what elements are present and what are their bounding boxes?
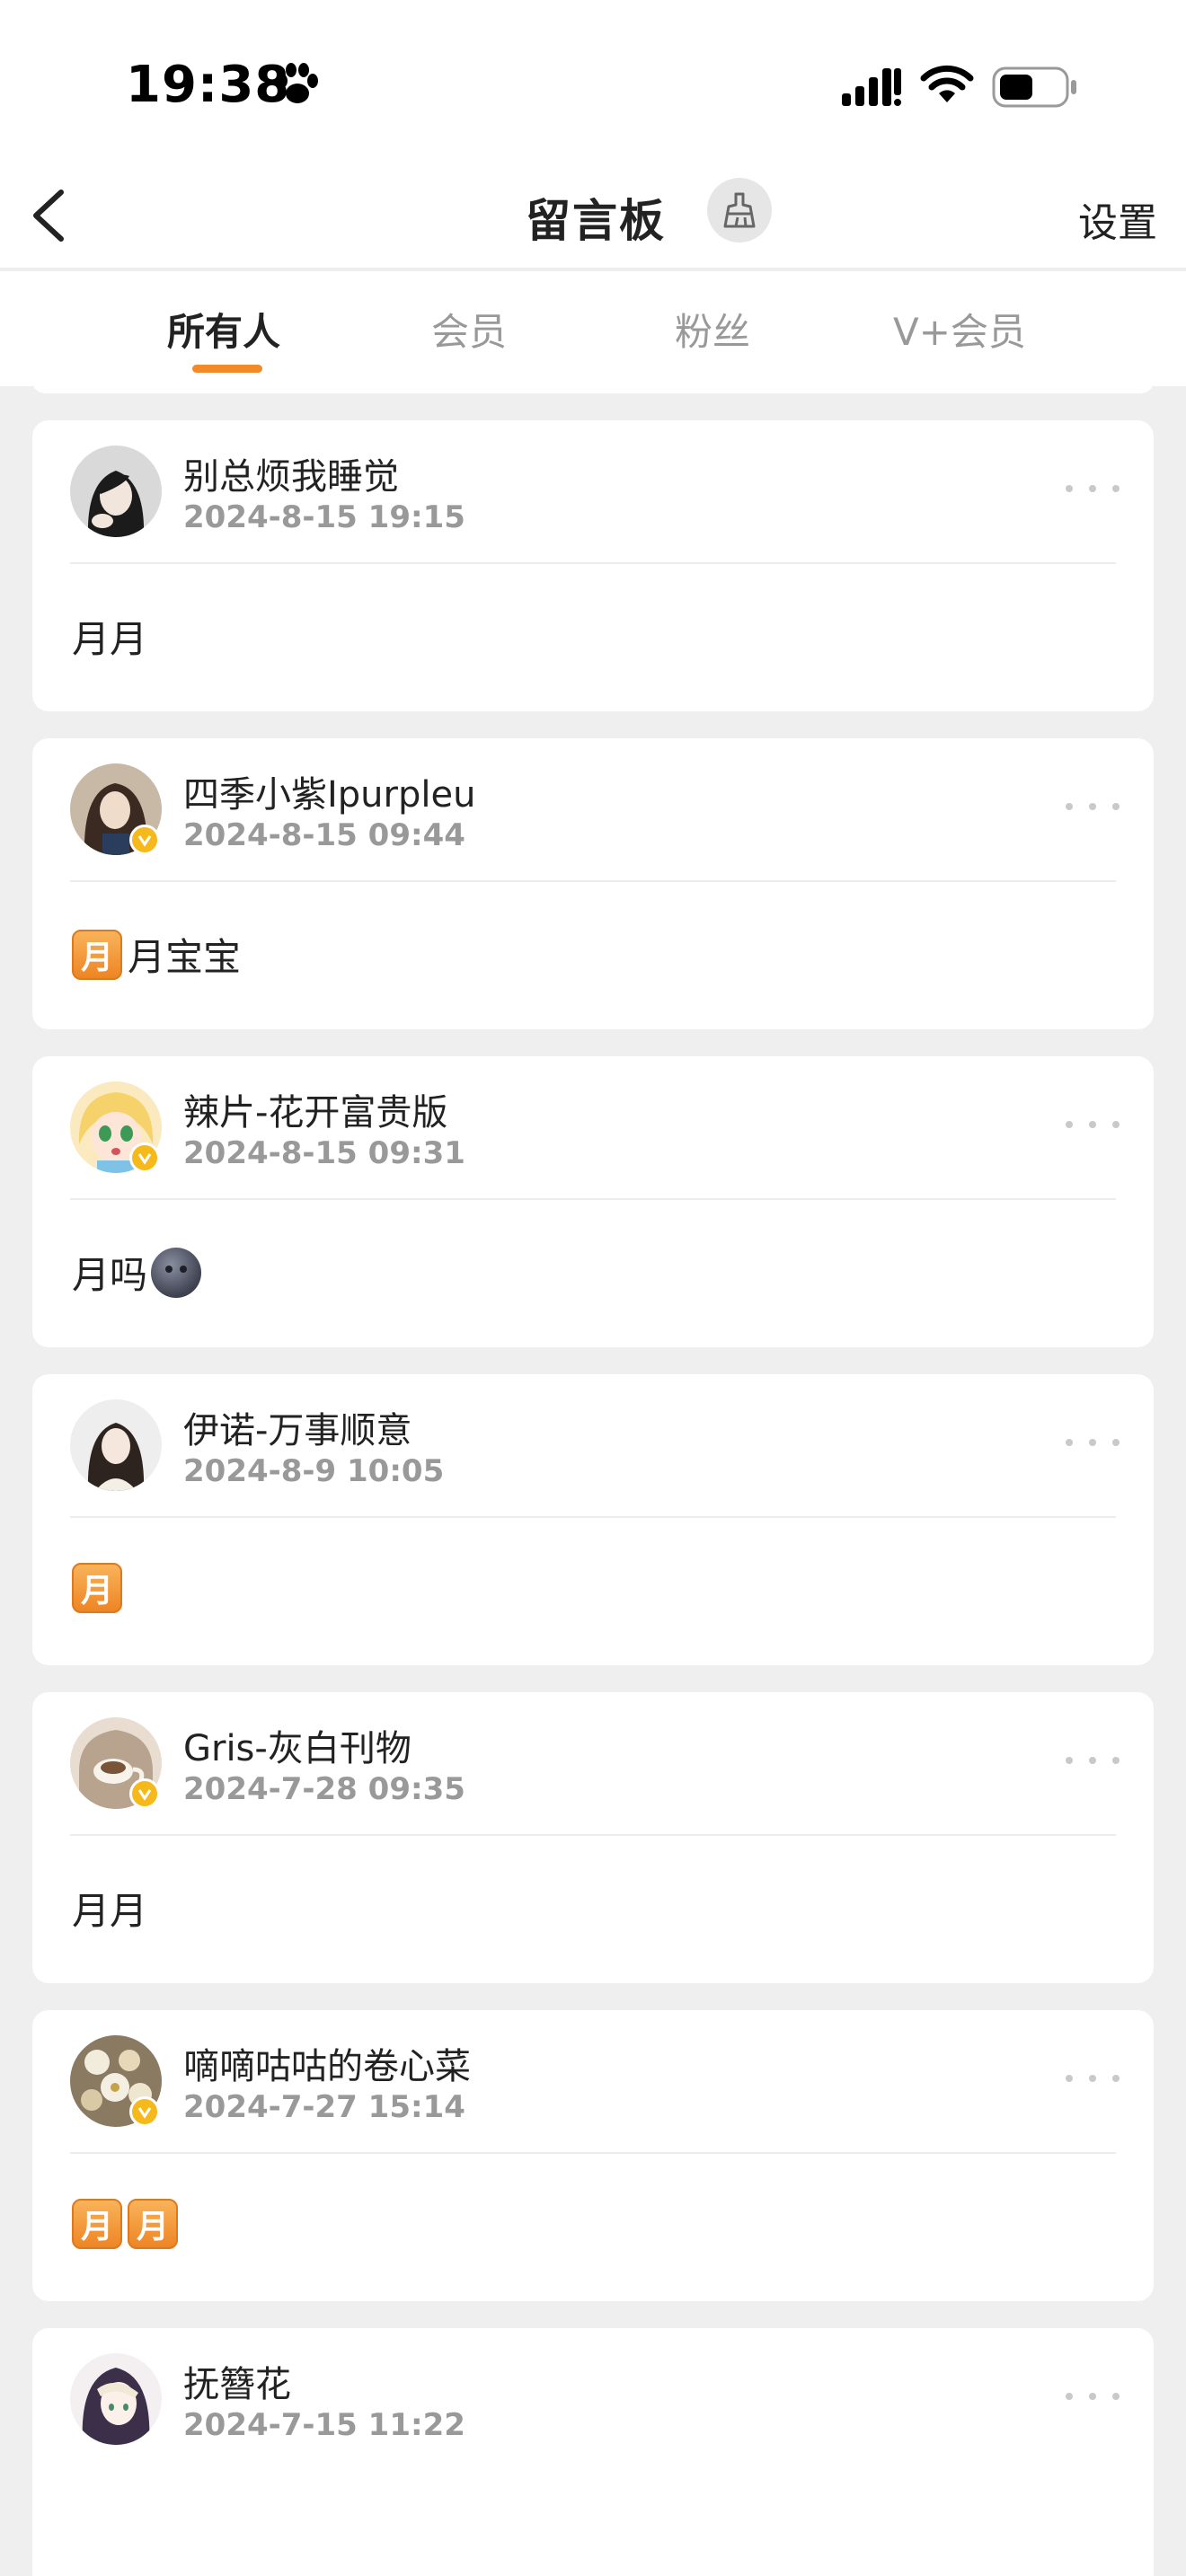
message-card: 四季小紫Ipurpleu 2024-8-15 09:44 月 月宝宝	[32, 738, 1154, 1029]
message-card: 嘀嘀咕咕的卷心菜 2024-7-27 15:14 月 月	[32, 2010, 1154, 2301]
message-card: 伊诺-万事顺意 2024-8-9 10:05 月	[32, 1374, 1154, 1665]
message-content: 月月	[72, 609, 147, 664]
message-content: 月	[72, 1563, 128, 1613]
cellular-signal-icon	[842, 68, 901, 106]
timestamp: 2024-7-27 15:14	[183, 2089, 465, 2125]
username[interactable]: 四季小紫Ipurpleu	[183, 765, 475, 817]
more-options-icon[interactable]	[1066, 2069, 1120, 2087]
divider	[70, 880, 1116, 882]
more-options-icon[interactable]	[1066, 798, 1120, 816]
message-content: 月吗	[72, 1245, 202, 1300]
active-tab-indicator	[192, 365, 262, 373]
more-options-icon[interactable]	[1066, 1434, 1120, 1451]
page-title: 留言板	[526, 195, 666, 247]
timestamp: 2024-8-15 19:15	[183, 499, 465, 535]
message-card: 辣片-花开富贵版 2024-8-15 09:31 月吗	[32, 1056, 1154, 1347]
verified-badge-icon	[129, 825, 160, 855]
avatar[interactable]	[70, 1399, 162, 1491]
filter-tabs: 所有人 会员 粉丝 V+会员	[0, 271, 1186, 386]
moon-emoji-icon: 月	[72, 929, 122, 980]
message-text: 月月	[72, 1889, 148, 1933]
previous-card-edge	[32, 381, 1154, 393]
divider	[70, 1834, 1116, 1836]
tab-everyone[interactable]: 所有人	[167, 302, 280, 357]
divider	[70, 1198, 1116, 1200]
more-options-icon[interactable]	[1066, 1116, 1120, 1134]
tab-fans[interactable]: 粉丝	[675, 302, 750, 357]
paw-icon	[277, 63, 318, 103]
more-options-icon[interactable]	[1066, 480, 1120, 498]
more-options-icon[interactable]	[1066, 1751, 1120, 1769]
message-card: Gris-灰白刊物 2024-7-28 09:35 月月	[32, 1692, 1154, 1983]
message-card: 别总烦我睡觉 2024-8-15 19:15 月月	[32, 420, 1154, 711]
verified-badge-icon	[129, 2096, 160, 2127]
divider	[70, 562, 1116, 564]
username[interactable]: 伊诺-万事顺意	[183, 1401, 412, 1453]
nav-bar: 留言板 设置	[0, 162, 1186, 269]
timestamp: 2024-8-15 09:31	[183, 1135, 465, 1171]
tab-members[interactable]: 会员	[431, 302, 507, 357]
username[interactable]: Gris-灰白刊物	[183, 1719, 412, 1771]
tab-vplus-members[interactable]: V+会员	[893, 302, 1026, 357]
message-content: 月 月宝宝	[72, 927, 241, 982]
broom-icon	[723, 192, 756, 228]
username[interactable]: 辣片-花开富贵版	[183, 1083, 447, 1135]
message-content: 月月	[72, 1881, 147, 1936]
more-options-icon[interactable]	[1066, 2387, 1120, 2405]
verified-badge-icon	[129, 1778, 160, 1809]
settings-button[interactable]: 设置	[1078, 190, 1157, 248]
moon-emoji-icon: 月	[72, 1563, 122, 1613]
moon-emoji-icon: 月	[128, 2199, 178, 2249]
verified-badge-icon	[129, 1142, 160, 1173]
avatar[interactable]	[70, 446, 162, 537]
status-time: 19:38	[126, 56, 291, 114]
timestamp: 2024-7-28 09:35	[183, 1771, 465, 1807]
timestamp: 2024-8-15 09:44	[183, 817, 465, 853]
wifi-icon	[920, 65, 974, 102]
message-text: 月宝宝	[128, 935, 242, 979]
username[interactable]: 别总烦我睡觉	[183, 447, 399, 499]
new-moon-face-emoji-icon	[151, 1247, 202, 1298]
back-arrow-icon[interactable]	[25, 183, 79, 246]
timestamp: 2024-8-9 10:05	[183, 1453, 445, 1489]
clear-messages-button[interactable]	[707, 178, 772, 243]
status-bar: 19:38	[0, 0, 1186, 162]
divider	[70, 2152, 1116, 2154]
message-text: 月吗	[72, 1253, 148, 1297]
message-card: 抚簪花 2024-7-15 11:22	[32, 2328, 1154, 2576]
username[interactable]: 嘀嘀咕咕的卷心菜	[183, 2037, 471, 2089]
message-content: 月 月	[72, 2199, 183, 2249]
moon-emoji-icon: 月	[72, 2199, 122, 2249]
divider	[70, 1516, 1116, 1518]
message-text: 月月	[72, 617, 148, 661]
timestamp: 2024-7-15 11:22	[183, 2407, 465, 2443]
username[interactable]: 抚簪花	[183, 2355, 291, 2407]
avatar[interactable]	[70, 2353, 162, 2445]
battery-icon	[992, 66, 1076, 108]
